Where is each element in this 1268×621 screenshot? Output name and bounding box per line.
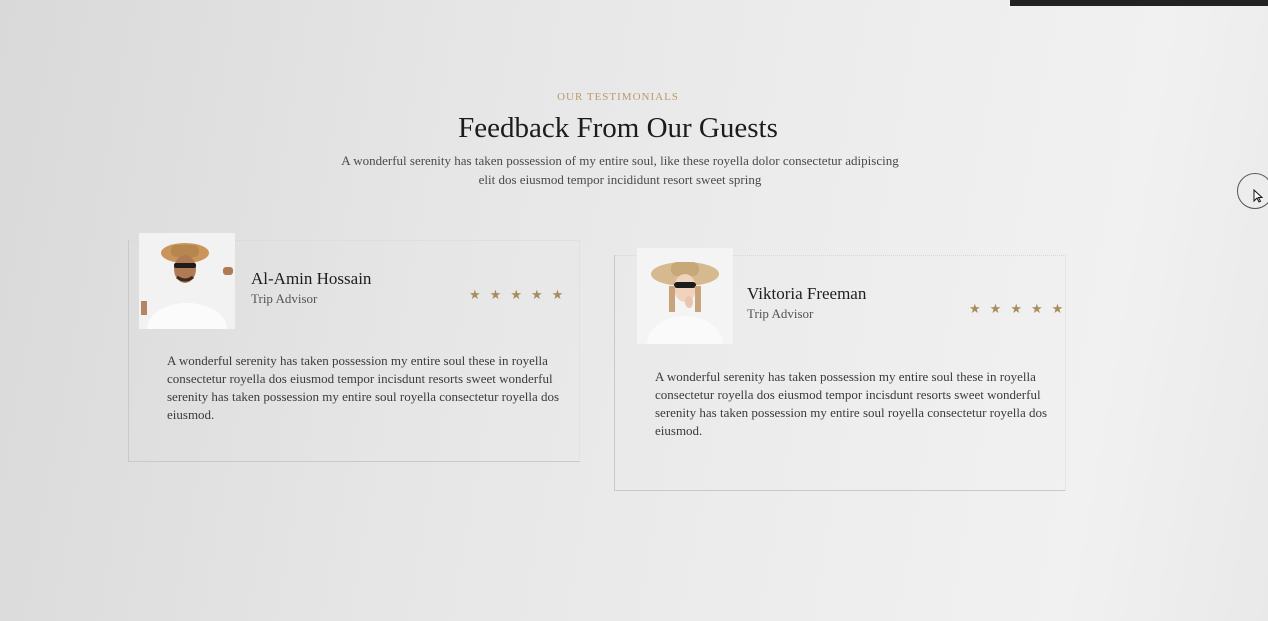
star-icon: ★ bbox=[551, 288, 573, 303]
mouse-cursor-icon bbox=[1253, 189, 1263, 203]
star-icon: ★ bbox=[469, 288, 490, 303]
star-icon: ★ bbox=[489, 288, 511, 303]
testimonial-card: Viktoria Freeman Trip Advisor ★★★★★ A wo… bbox=[614, 248, 1066, 491]
testimonial-card: Al-Amin Hossain Trip Advisor ★★★★★ A won… bbox=[128, 233, 580, 462]
testimonial-quote: A wonderful serenity has taken possessio… bbox=[167, 353, 560, 422]
guest-name: Viktoria Freeman bbox=[747, 284, 867, 303]
star-icon: ★ bbox=[989, 302, 1011, 317]
star-icon: ★ bbox=[530, 288, 552, 303]
section-title: Feedback From Our Guests bbox=[458, 112, 778, 144]
review-source: Trip Advisor bbox=[251, 291, 318, 306]
star-icon: ★ bbox=[969, 302, 990, 317]
avatar bbox=[139, 233, 235, 329]
star-icon: ★ bbox=[1010, 302, 1031, 317]
star-rating: ★★★★★ bbox=[969, 302, 1072, 317]
top-edge-bar bbox=[1010, 0, 1268, 6]
testimonial-quote: A wonderful serenity has taken possessio… bbox=[655, 369, 1048, 438]
star-icon: ★ bbox=[1030, 302, 1052, 317]
star-icon: ★ bbox=[510, 288, 531, 303]
woman-avatar-icon bbox=[637, 248, 733, 344]
avatar bbox=[637, 248, 733, 344]
man-avatar-icon bbox=[139, 233, 235, 329]
review-source: Trip Advisor bbox=[747, 306, 814, 321]
section-subtitle: A wonderful serenity has taken possessio… bbox=[341, 153, 899, 187]
star-rating: ★★★★★ bbox=[469, 288, 572, 303]
star-icon: ★ bbox=[1051, 302, 1073, 317]
guest-name: Al-Amin Hossain bbox=[251, 269, 372, 288]
section-eyebrow: OUR TESTIMONIALS bbox=[557, 91, 679, 103]
